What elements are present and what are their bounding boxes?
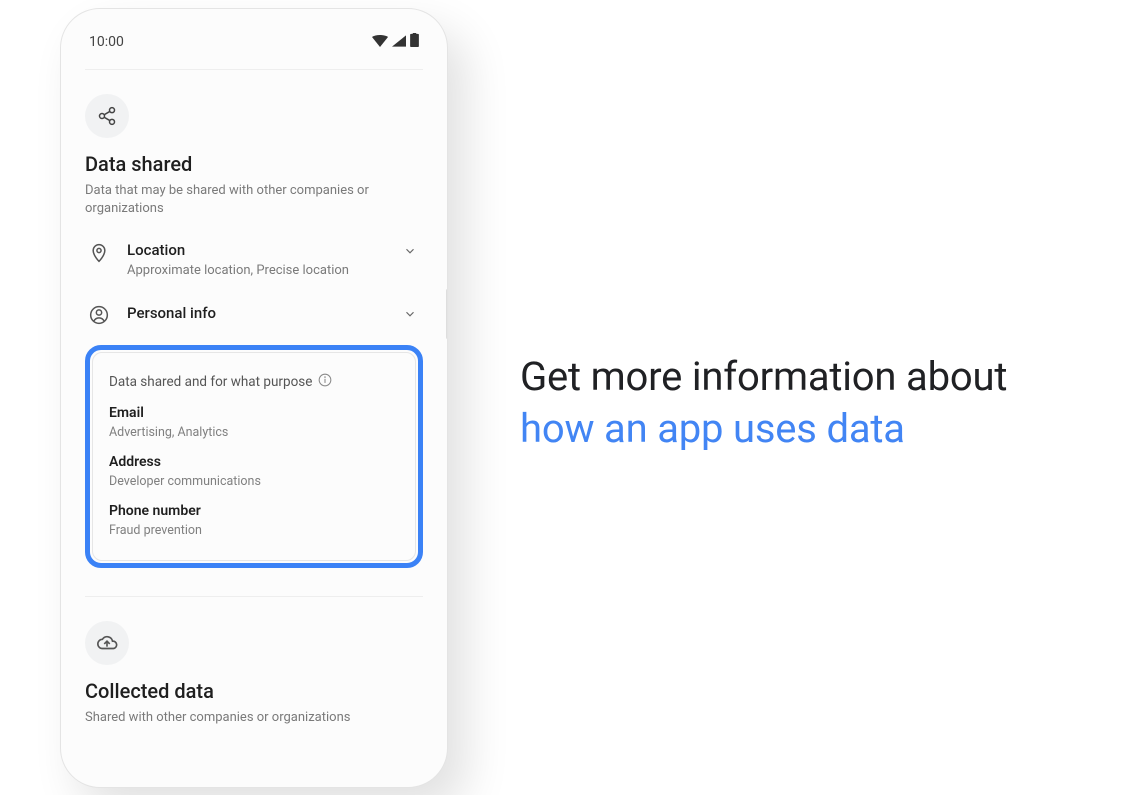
highlight-heading-row: Data shared and for what purpose xyxy=(109,373,399,391)
collected-title: Collected data xyxy=(85,679,423,703)
highlight-item-title: Phone number xyxy=(109,503,399,519)
chevron-down-icon xyxy=(403,306,417,325)
divider xyxy=(85,596,423,597)
battery-icon xyxy=(410,33,419,51)
row-location-title: Location xyxy=(127,241,349,259)
highlight-item-sub: Fraud prevention xyxy=(109,523,399,538)
status-icons-group xyxy=(372,33,419,51)
row-personal-title: Personal info xyxy=(127,304,216,322)
row-location-sub: Approximate location, Precise location xyxy=(127,263,349,278)
highlight-item-title: Email xyxy=(109,405,399,421)
highlight-item-sub: Advertising, Analytics xyxy=(109,425,399,440)
share-icon xyxy=(85,94,129,138)
highlighted-card: Data shared and for what purpose Email A… xyxy=(85,345,423,568)
location-pin-icon xyxy=(89,242,111,268)
headline-line1: Get more information about xyxy=(520,353,1007,400)
marketing-headline: Get more information about how an app us… xyxy=(520,341,1119,455)
status-bar: 10:00 xyxy=(85,31,423,69)
wifi-icon xyxy=(372,35,388,51)
highlight-item: Email Advertising, Analytics xyxy=(109,405,399,440)
collected-subtitle: Shared with other companies or organizat… xyxy=(85,709,385,728)
highlight-item: Phone number Fraud prevention xyxy=(109,503,399,538)
cloud-upload-icon xyxy=(85,621,129,665)
highlight-item-sub: Developer communications xyxy=(109,474,399,489)
highlight-heading: Data shared and for what purpose xyxy=(109,374,312,390)
shared-subtitle: Data that may be shared with other compa… xyxy=(85,182,385,220)
highlighted-card-inner: Data shared and for what purpose Email A… xyxy=(92,352,416,561)
status-time: 10:00 xyxy=(89,34,124,50)
chevron-down-icon xyxy=(403,243,417,262)
divider xyxy=(85,69,423,70)
headline-line2: how an app uses data xyxy=(520,405,905,452)
highlight-item-title: Address xyxy=(109,454,399,470)
info-icon[interactable] xyxy=(318,373,332,391)
phone-mockup: 10:00 Data sh xyxy=(60,8,448,788)
signal-icon xyxy=(392,35,406,51)
highlight-item: Address Developer communications xyxy=(109,454,399,489)
person-icon xyxy=(89,305,111,329)
shared-title: Data shared xyxy=(85,152,423,176)
row-location[interactable]: Location Approximate location, Precise l… xyxy=(85,219,423,282)
row-personal-info[interactable]: Personal info xyxy=(85,282,423,333)
